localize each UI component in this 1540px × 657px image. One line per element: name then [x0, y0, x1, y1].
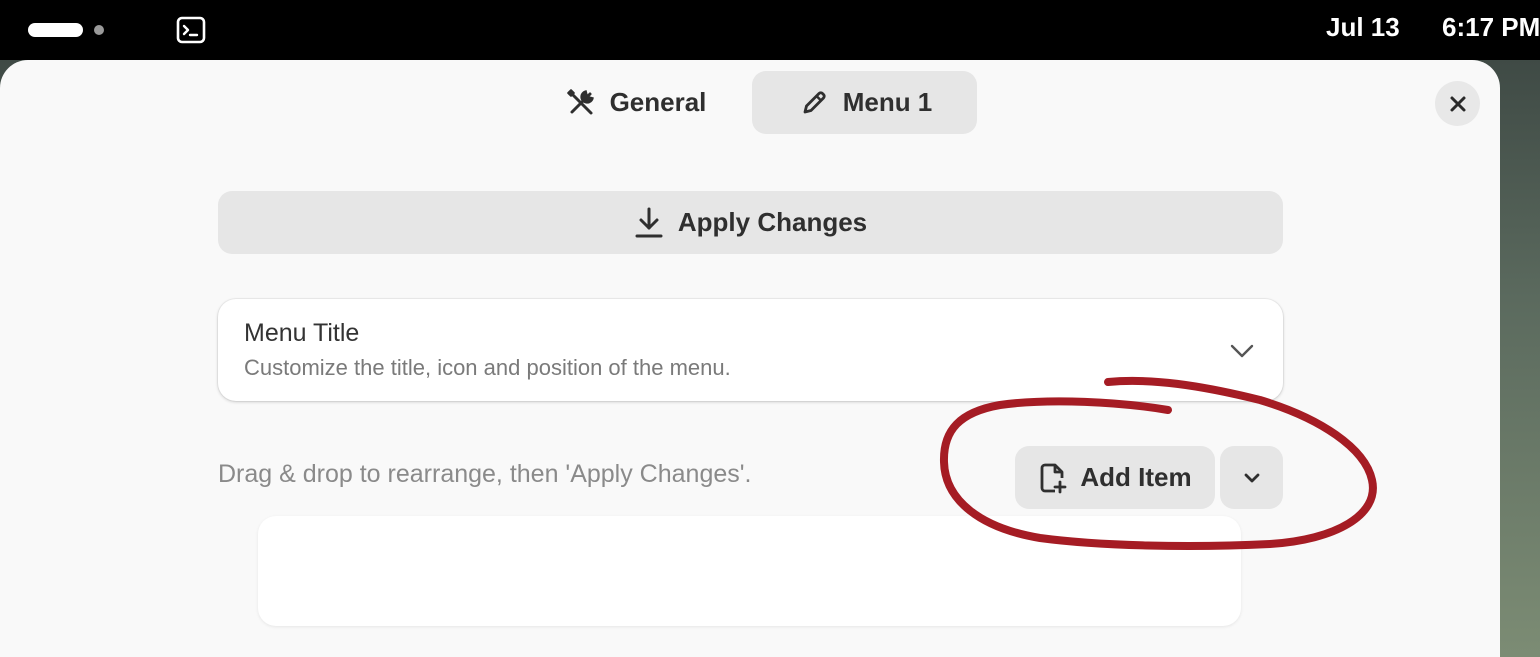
menu-title-expander[interactable]: Menu Title Customize the title, icon and…: [218, 299, 1283, 401]
chevron-down-icon: [1230, 344, 1254, 358]
workspace-indicator-active[interactable]: [28, 23, 83, 37]
tab-menu-1[interactable]: Menu 1: [752, 71, 977, 134]
add-item-options-button[interactable]: [1220, 446, 1283, 509]
clock-time[interactable]: 6:17 PM: [1442, 12, 1540, 43]
menu-items-list[interactable]: [258, 516, 1241, 626]
close-button[interactable]: [1435, 81, 1480, 126]
chevron-down-icon: [1244, 473, 1259, 482]
apply-changes-button[interactable]: Apply Changes: [218, 191, 1283, 254]
download-icon: [635, 207, 663, 237]
apply-changes-label: Apply Changes: [677, 207, 868, 237]
workspace-indicator-dot[interactable]: [94, 25, 104, 35]
menu-title-heading: Menu Title: [244, 319, 360, 347]
pencil-icon: [803, 90, 826, 113]
add-item-label: Add Item: [1080, 462, 1192, 492]
tab-general-label: General: [609, 87, 707, 117]
tools-icon: [566, 88, 594, 114]
close-icon: [1450, 96, 1465, 111]
tab-general[interactable]: General: [545, 71, 725, 134]
menu-title-description: Customize the title, icon and position o…: [244, 355, 731, 380]
file-plus-icon: [1040, 463, 1067, 493]
menu-editor-dialog: General Menu 1 Apply Changes Menu Title …: [0, 60, 1500, 657]
top-bar: Jul 13 6:17 PM: [0, 0, 1540, 60]
tab-menu-1-label: Menu 1: [842, 87, 933, 117]
terminal-icon[interactable]: [176, 15, 206, 45]
screen: Jul 13 6:17 PM General Menu 1 Apply Chan…: [0, 0, 1540, 657]
rearrange-hint: Drag & drop to rearrange, then 'Apply Ch…: [218, 460, 752, 488]
add-item-button[interactable]: Add Item: [1015, 446, 1215, 509]
clock-date[interactable]: Jul 13: [1326, 12, 1400, 43]
